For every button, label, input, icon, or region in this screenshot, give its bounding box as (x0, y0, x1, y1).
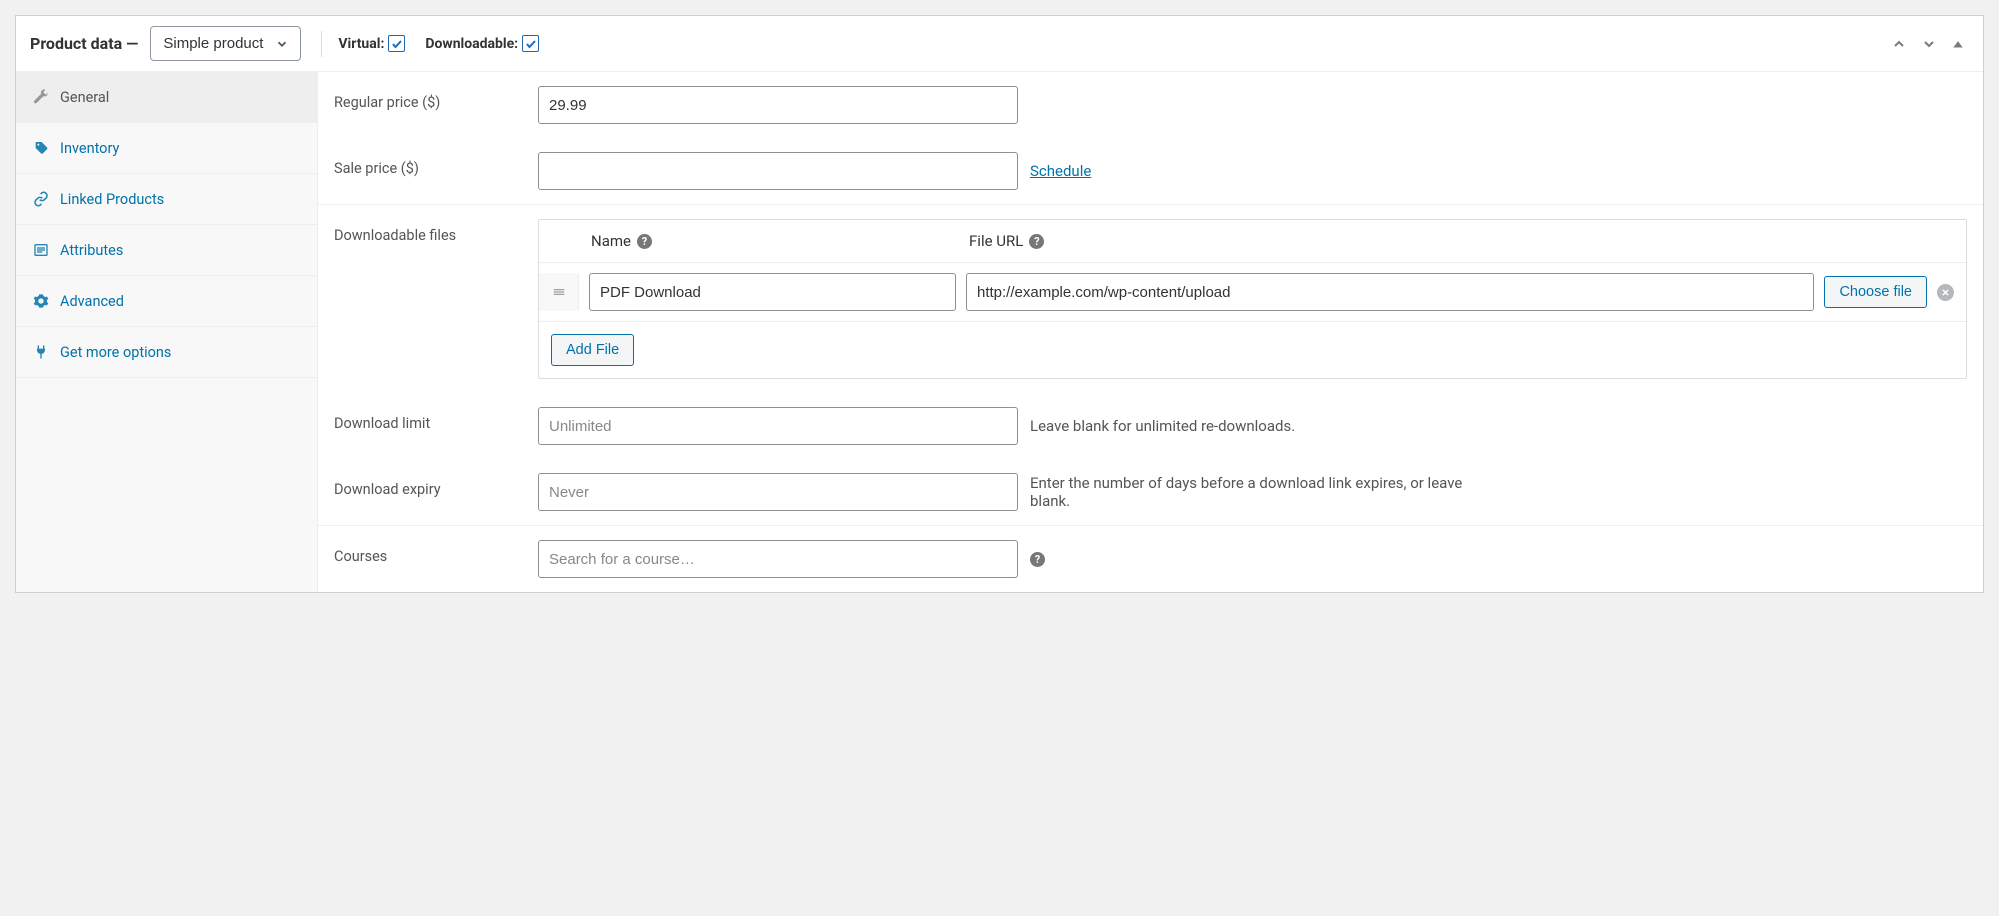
checkbox-checked-icon (388, 35, 405, 52)
sidebar-item-attributes[interactable]: Attributes (16, 225, 317, 276)
row-download-limit: Download limit Leave blank for unlimited… (318, 393, 1983, 459)
sidebar-item-linked-products[interactable]: Linked Products (16, 174, 317, 225)
sidebar-item-general[interactable]: General (16, 72, 317, 123)
regular-price-input[interactable] (538, 86, 1018, 124)
download-limit-help: Leave blank for unlimited re-downloads. (1030, 417, 1295, 435)
label-sale-price: Sale price ($) (334, 152, 538, 177)
sidebar-item-label: Attributes (60, 242, 123, 259)
tag-icon (32, 139, 50, 157)
sidebar-item-get-more-options[interactable]: Get more options (16, 327, 317, 378)
help-icon[interactable]: ? (1030, 552, 1045, 567)
sidebar-item-label: Get more options (60, 344, 171, 361)
move-down-icon[interactable] (1917, 34, 1941, 54)
panel-title: Product data — (30, 34, 138, 53)
separator (321, 31, 322, 57)
sidebar-item-label: Advanced (60, 293, 124, 310)
label-courses: Courses (334, 540, 538, 565)
sidebar-item-inventory[interactable]: Inventory (16, 123, 317, 174)
sidebar-item-label: General (60, 89, 109, 106)
choose-file-button[interactable]: Choose file (1824, 276, 1927, 308)
gear-icon (32, 292, 50, 310)
schedule-link[interactable]: Schedule (1030, 162, 1091, 180)
sidebar-item-advanced[interactable]: Advanced (16, 276, 317, 327)
sidebar-item-label: Inventory (60, 140, 119, 157)
label-download-limit: Download limit (334, 407, 538, 432)
panel-body: General Inventory Linked Products Attrib… (16, 72, 1983, 592)
virtual-toggle[interactable]: Virtual: (338, 35, 405, 52)
row-courses: Courses ? (318, 525, 1983, 592)
label-downloadable-files: Downloadable files (334, 219, 538, 244)
help-icon[interactable]: ? (1029, 234, 1044, 249)
downloadable-toggle[interactable]: Downloadable: (425, 35, 539, 52)
courses-search-input[interactable] (538, 540, 1018, 578)
delete-file-icon[interactable] (1937, 284, 1954, 301)
download-expiry-help: Enter the number of days before a downlo… (1030, 474, 1490, 510)
col-name-label: Name (591, 232, 631, 250)
file-url-input[interactable] (966, 273, 1814, 311)
list-icon (32, 241, 50, 259)
row-sale-price: Sale price ($) Schedule (318, 138, 1983, 204)
col-url-label: File URL (969, 232, 1023, 250)
general-panel: Regular price ($) Sale price ($) Schedul… (318, 72, 1983, 592)
file-row: Choose file (539, 263, 1966, 322)
wrench-icon (32, 88, 50, 106)
collapse-icon[interactable] (1947, 35, 1969, 53)
plug-icon (32, 343, 50, 361)
download-limit-input[interactable] (538, 407, 1018, 445)
row-regular-price: Regular price ($) (318, 72, 1983, 138)
downloadable-files-table: Name ? File URL ? (538, 219, 1967, 379)
files-header: Name ? File URL ? (539, 220, 1966, 263)
link-icon (32, 190, 50, 208)
drag-handle-icon[interactable] (539, 273, 579, 311)
sidebar-item-label: Linked Products (60, 191, 164, 208)
sale-price-input[interactable] (538, 152, 1018, 190)
product-type-select[interactable]: Simple product (150, 26, 301, 61)
download-expiry-input[interactable] (538, 473, 1018, 511)
checkbox-checked-icon (522, 35, 539, 52)
panel-heading: Product data — Simple product Virtual: D… (16, 16, 1983, 72)
row-download-expiry: Download expiry Enter the number of days… (318, 459, 1983, 525)
add-file-button[interactable]: Add File (551, 334, 634, 366)
product-data-tabs: General Inventory Linked Products Attrib… (16, 72, 318, 592)
row-downloadable-files: Downloadable files Name ? File URL ? (318, 204, 1983, 393)
downloadable-label: Downloadable: (425, 36, 518, 52)
help-icon[interactable]: ? (637, 234, 652, 249)
virtual-label: Virtual: (338, 36, 384, 52)
move-up-icon[interactable] (1887, 34, 1911, 54)
file-name-input[interactable] (589, 273, 956, 311)
label-download-expiry: Download expiry (334, 473, 538, 498)
product-data-metabox: Product data — Simple product Virtual: D… (15, 15, 1984, 593)
label-regular-price: Regular price ($) (334, 86, 538, 111)
